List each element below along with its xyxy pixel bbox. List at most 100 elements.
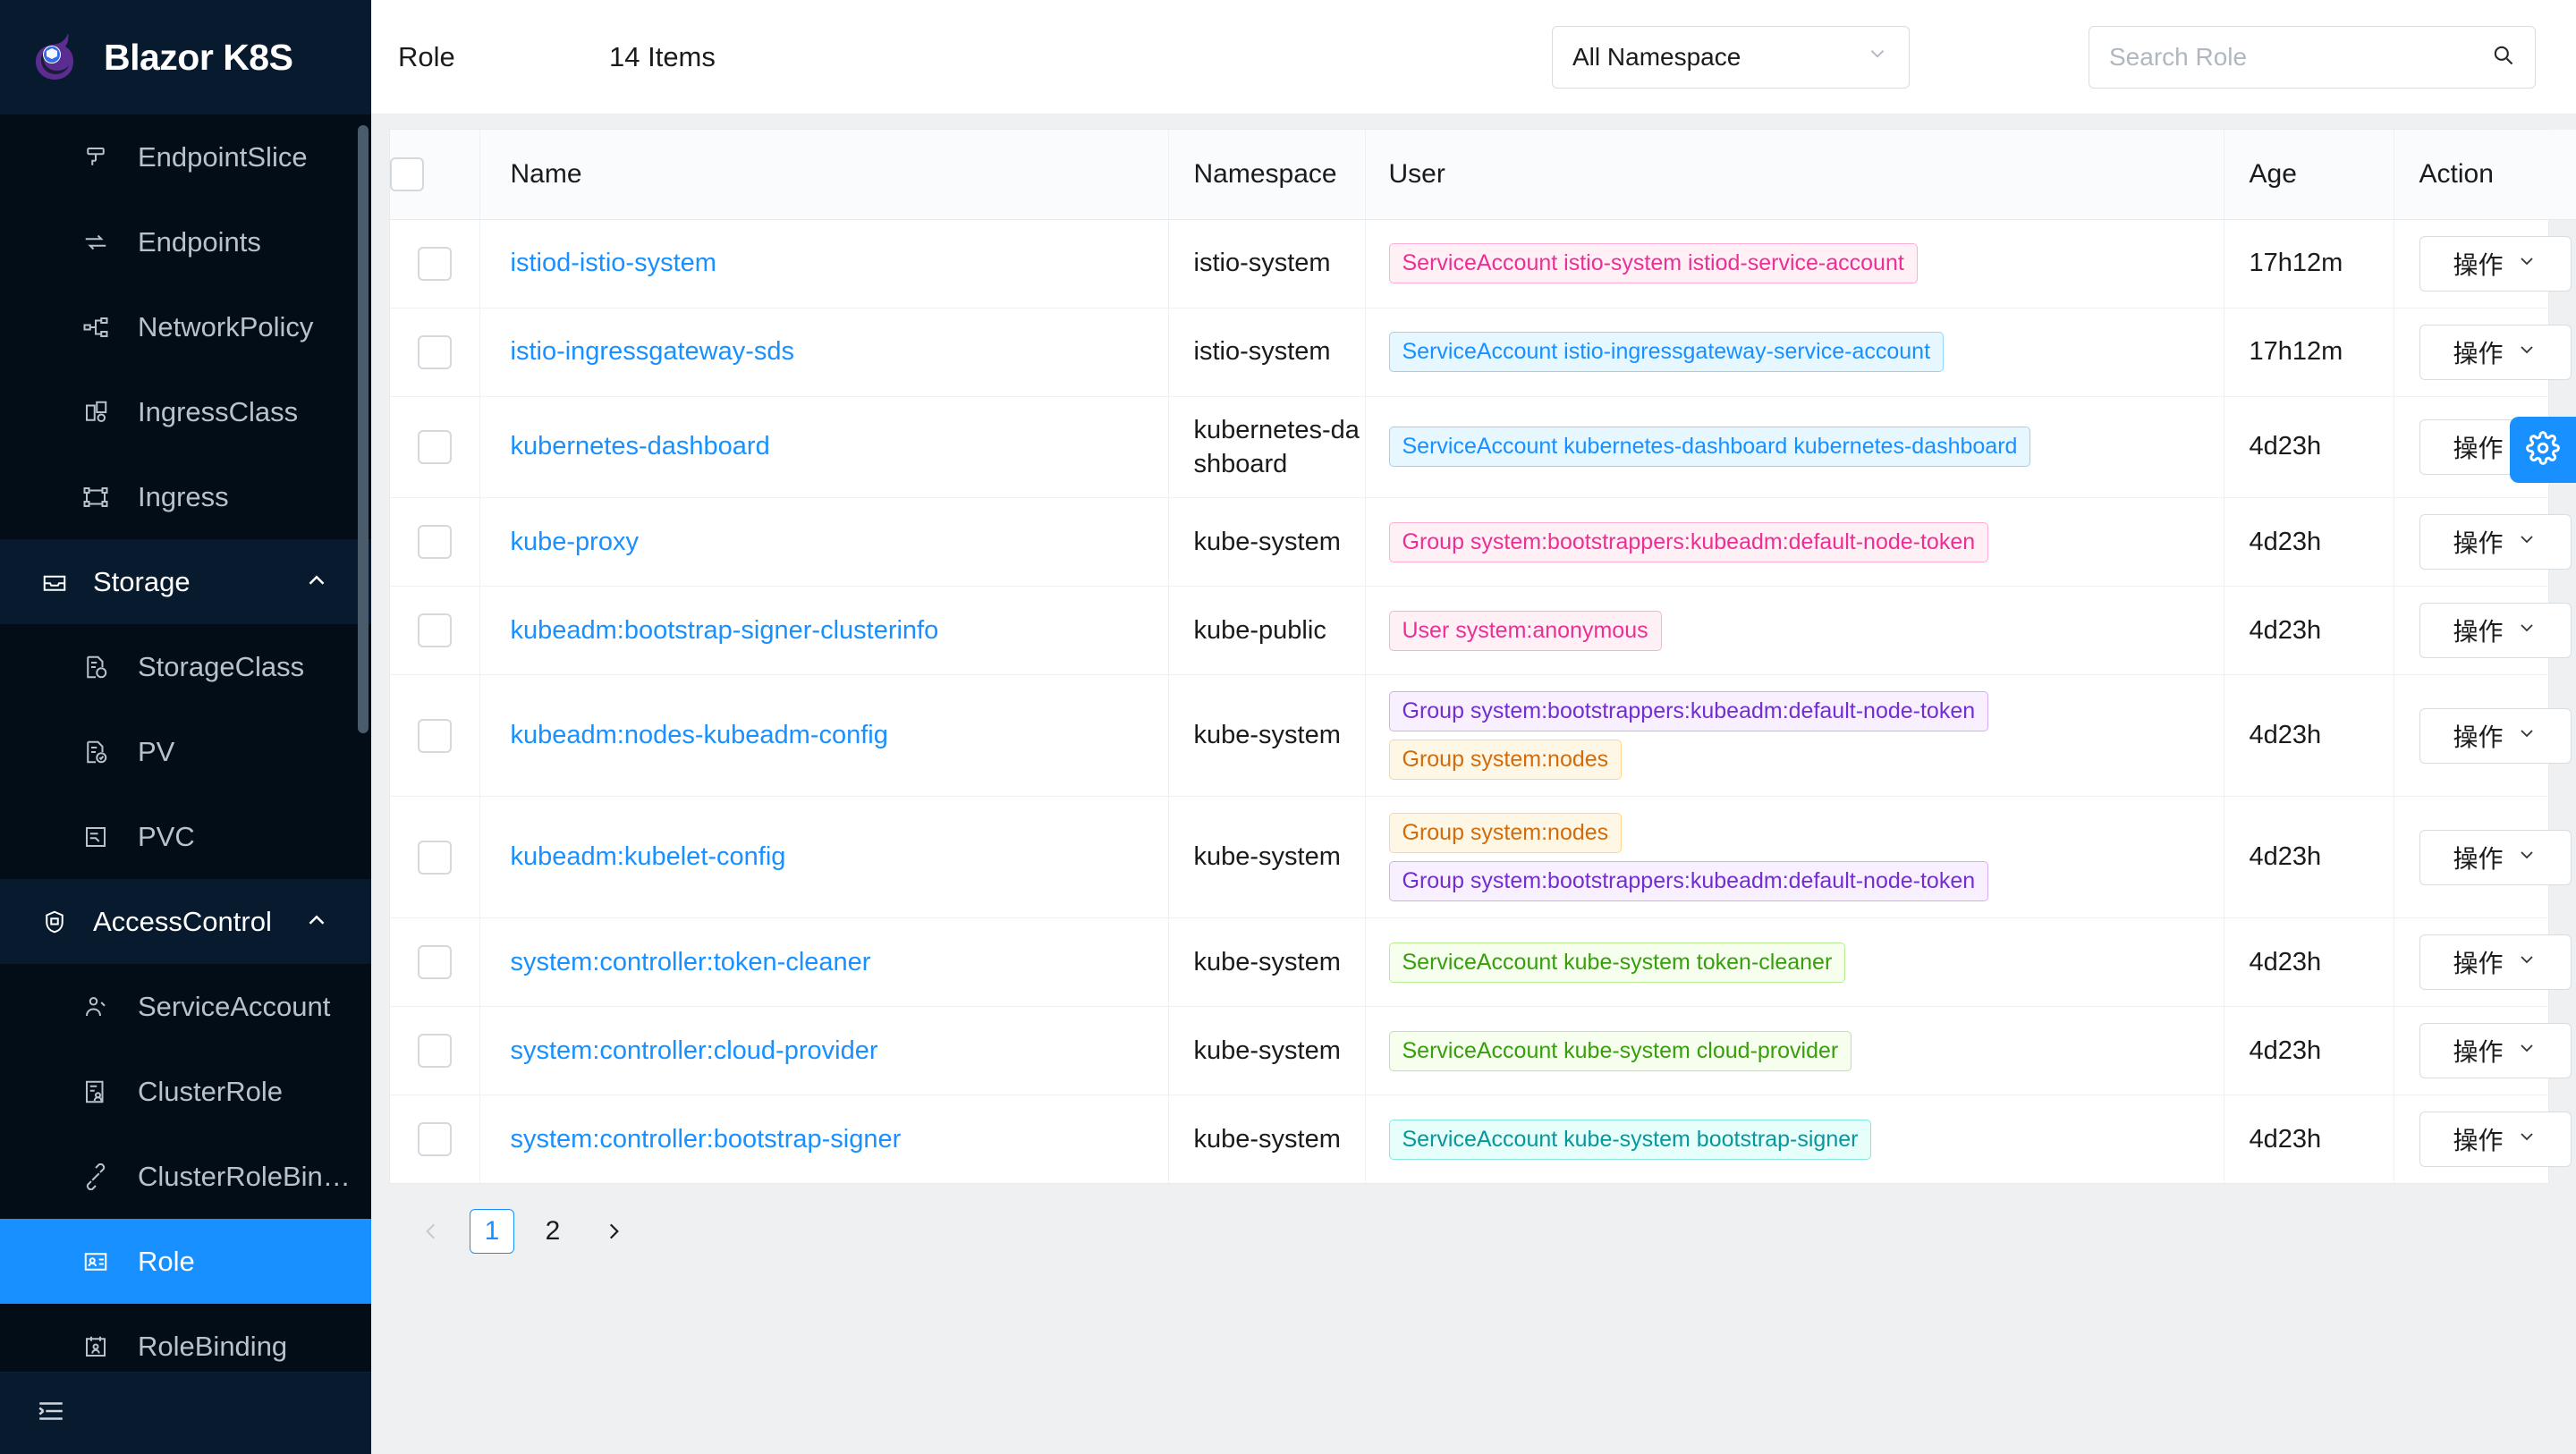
user-tag: Group system:bootstrappers:kubeadm:defau… [1388,861,1989,902]
sidebar-item-ingress[interactable]: Ingress [0,454,371,539]
ingressclass-icon [79,395,113,429]
role-icon [79,1245,113,1279]
select-all-checkbox[interactable] [390,156,424,191]
brand-header[interactable]: Blazor K8S [0,0,371,114]
cell-age: 17h12m [2224,308,2394,397]
pagination-next[interactable] [591,1209,636,1254]
sidebar-group-accesscontrol[interactable]: AccessControl [0,879,371,964]
row-checkbox[interactable] [417,1122,452,1157]
cell-user: Group system:bootstrappers:kubeadm:defau… [1365,674,2224,798]
storageclass-icon [79,650,113,684]
column-header-user[interactable]: User [1365,130,2224,220]
pagination-page-2[interactable]: 2 [530,1209,575,1254]
sidebar-item-pv[interactable]: PV [0,709,371,794]
table-head: Name Namespace User Age Action [390,130,2576,220]
column-header-namespace[interactable]: Namespace [1168,130,1366,220]
cell-age: 4d23h [2224,1006,2394,1096]
sidebar-scrollbar[interactable] [358,125,369,733]
role-name-link[interactable]: kubeadm:kubelet-config [511,842,786,871]
cell-name: kubeadm:nodes-kubeadm-config [479,674,1169,798]
column-header-age[interactable]: Age [2224,130,2394,220]
row-action-button[interactable]: 操作 [2419,235,2572,292]
row-action-button[interactable]: 操作 [2419,934,2572,991]
pagination-prev[interactable] [409,1209,453,1254]
row-checkbox[interactable] [417,1034,452,1069]
cell-action: 操作 [2394,796,2576,919]
row-action-label: 操作 [2453,1038,2504,1067]
cell-user: Group system:nodes Group system:bootstrap… [1365,796,2224,919]
row-checkbox[interactable] [417,840,452,875]
sidebar-item-endpointslice[interactable]: EndpointSlice [0,114,371,199]
sidebar-item-endpoints[interactable]: Endpoints [0,199,371,284]
role-name-link[interactable]: kubeadm:nodes-kubeadm-config [511,721,888,749]
settings-fab-button[interactable] [2510,417,2576,483]
sidebar-nav: EndpointSlice Endpoints NetworkPolicy In… [0,114,371,1372]
sidebar-item-pvc[interactable]: PVC [0,794,371,879]
sidebar-item-rolebinding[interactable]: RoleBinding [0,1304,371,1372]
collapse-sidebar-icon[interactable] [36,1396,66,1431]
column-header-name[interactable]: Name [479,130,1169,220]
row-action-label: 操作 [2453,250,2504,279]
role-name-link[interactable]: kube-proxy [511,528,639,556]
cell-age: 4d23h [2224,586,2394,676]
search-input[interactable] [2109,42,2479,72]
cell-user: ServiceAccount kube-system bootstrap-sig… [1365,1095,2224,1184]
role-name-link[interactable]: system:controller:cloud-provider [511,1036,878,1065]
row-checkbox[interactable] [417,945,452,980]
ingress-icon [79,480,113,514]
sidebar-group-storage[interactable]: Storage [0,539,371,624]
sidebar-item-clusterrolebinding[interactable]: ClusterRoleBin… [0,1134,371,1219]
row-checkbox[interactable] [417,334,452,369]
cell-namespace: kube-system [1168,1095,1366,1184]
user-tag-list: Group system:bootstrappers:kubeadm:defau… [1388,691,2224,781]
row-checkbox[interactable] [417,613,452,648]
row-action-button[interactable]: 操作 [2419,324,2572,380]
row-checkbox[interactable] [417,246,452,281]
app-root: Blazor K8S EndpointSlice Endpoints Netwo… [0,0,2576,1454]
sidebar-item-serviceaccount[interactable]: ServiceAccount [0,964,371,1049]
row-action-button[interactable]: 操作 [2419,1023,2572,1079]
namespace-value: kube-system [1193,1124,1341,1154]
namespace-value: kube-public [1193,615,1326,645]
sidebar-item-ingressclass[interactable]: IngressClass [0,369,371,454]
sidebar-item-networkpolicy[interactable]: NetworkPolicy [0,284,371,369]
cell-name: kube-proxy [479,497,1169,588]
row-action-button[interactable]: 操作 [2419,1112,2572,1168]
row-action-button[interactable]: 操作 [2419,829,2572,885]
sidebar-item-role[interactable]: Role [0,1219,371,1304]
row-checkbox[interactable] [417,429,452,464]
row-action-button[interactable]: 操作 [2419,603,2572,659]
user-tag: Group system:bootstrappers:kubeadm:defau… [1388,691,1989,732]
search-icon[interactable] [2490,42,2515,72]
namespace-select-value: All Namespace [1572,42,1741,71]
pagination-page-1[interactable]: 1 [470,1209,514,1255]
cell-user: ServiceAccount istio-ingressgateway-serv… [1365,308,2224,397]
table-row: system:controller:cloud-provider kube-sys… [390,1006,2576,1096]
role-name-link[interactable]: system:controller:bootstrap-signer [511,1125,902,1154]
role-name-link[interactable]: istiod-istio-system [511,249,716,277]
role-name-link[interactable]: system:controller:token-cleaner [511,948,871,976]
cell-user: ServiceAccount kubernetes-dashboard kube… [1365,396,2224,499]
row-select-cell [390,917,480,1008]
sidebar-item-storageclass[interactable]: StorageClass [0,624,371,709]
namespace-value: kube-system [1193,947,1341,976]
row-action-button[interactable]: 操作 [2419,514,2572,571]
role-name-link[interactable]: kubeadm:bootstrap-signer-clusterinfo [511,616,939,645]
row-checkbox[interactable] [417,525,452,560]
row-action-button[interactable]: 操作 [2419,707,2572,764]
cell-namespace: kube-system [1168,497,1366,588]
row-select-cell [390,497,480,588]
role-name-link[interactable]: istio-ingressgateway-sds [511,337,795,366]
namespace-select[interactable]: All Namespace [1552,25,1910,89]
row-checkbox[interactable] [417,718,452,753]
cell-name: kubeadm:kubelet-config [479,796,1169,919]
sidebar-item-label: NetworkPolicy [138,310,314,342]
cell-namespace: kube-system [1168,796,1366,919]
cell-name: kubeadm:bootstrap-signer-clusterinfo [479,586,1169,676]
row-action-label: 操作 [2453,950,2504,978]
sidebar-item-label: StorageClass [138,650,305,682]
cell-name: istiod-istio-system [479,219,1169,309]
sidebar-item-clusterrole[interactable]: ClusterRole [0,1049,371,1134]
role-name-link[interactable]: kubernetes-dashboard [511,432,770,461]
table-row: kube-proxy kube-system Group system:bootst… [390,497,2576,588]
